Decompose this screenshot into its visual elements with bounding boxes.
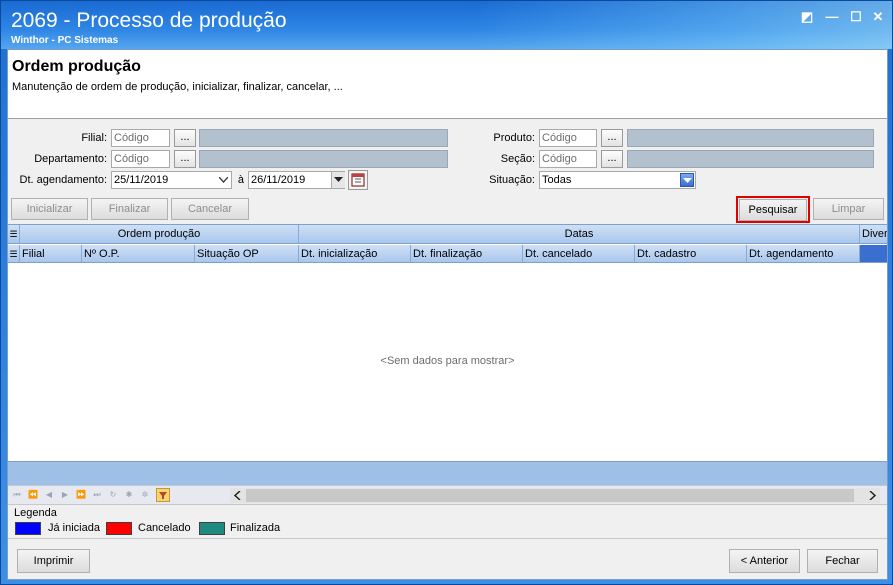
page-title: Ordem produção [12,58,141,75]
calendar-icon[interactable] [348,170,368,190]
legend-swatch-iniciada [15,522,41,535]
window-title: 2069 - Processo de produção [11,9,287,32]
situacao-select[interactable]: Todas [539,171,696,189]
triangle-down-icon [334,177,343,182]
departamento-label: Departamento: [34,153,107,165]
secao-lookup-button[interactable]: ... [601,150,623,168]
calendar-glyph [351,173,365,187]
filial-code-input[interactable]: Código [111,129,170,147]
group-diver[interactable]: Diver [860,225,887,243]
title-bar[interactable]: 2069 - Processo de produção Winthor - PC… [1,1,892,49]
next-page-icon[interactable]: ⏩ [76,489,86,501]
column-dt-finalizacao[interactable]: Dt. finalização [411,245,523,262]
insert-icon[interactable]: ✱ [124,489,134,501]
refresh-icon[interactable]: ↻ [108,489,118,501]
filial-label: Filial: [81,132,107,144]
restore-icon[interactable]: ◩ [798,9,816,25]
anterior-button[interactable]: < Anterior [729,549,800,573]
agendamento-from-input[interactable]: 25/11/2019 [111,171,232,189]
agendamento-dropdown-button[interactable] [331,172,345,188]
filial-lookup-button[interactable]: ... [174,129,196,147]
situacao-label: Situação: [489,174,535,186]
secao-label: Seção: [500,153,535,165]
edit-icon[interactable]: ✲ [140,489,150,501]
triangle-down-icon [683,178,692,183]
column-chooser-icon[interactable]: ☰ [8,245,20,262]
last-page-icon[interactable]: ⏭ [92,489,102,501]
grid-menu-icon[interactable]: ☰ [8,225,20,243]
orders-grid[interactable]: ☰ Ordem produção Datas Diver ☰ Filial Nº… [8,224,887,504]
group-ordem-producao[interactable]: Ordem produção [20,225,299,243]
scrollbar-thumb[interactable] [246,489,854,502]
client-area: Ordem produção Manutenção de ordem de pr… [7,49,888,580]
scroll-left-icon[interactable] [234,491,241,500]
departamento-code-input[interactable]: Código [111,150,170,168]
agendamento-separator: à [237,174,244,186]
filter-icon[interactable] [156,488,170,502]
legend-swatch-finalizada [199,522,225,535]
prev-record-icon[interactable]: ◀ [44,489,54,501]
horizontal-scrollbar[interactable] [230,488,880,503]
produto-label: Produto: [493,132,535,144]
column-dt-cadastro[interactable]: Dt. cadastro [635,245,747,262]
grid-empty-message: <Sem dados para mostrar> [380,355,515,367]
grid-group-header: ☰ Ordem produção Datas Diver [8,225,887,244]
inicializar-button[interactable]: Inicializar [11,198,88,220]
column-selected[interactable] [860,245,887,262]
next-record-icon[interactable]: ▶ [60,489,70,501]
column-dt-inicializacao[interactable]: Dt. inicialização [299,245,411,262]
legend-label-cancelado: Cancelado [138,522,191,534]
first-page-icon[interactable]: ⏮ [12,489,22,501]
column-situacao-op[interactable]: Situação OP [195,245,299,262]
column-dt-agendamento[interactable]: Dt. agendamento [747,245,860,262]
filter-glyph [159,492,167,499]
secao-description-field [627,150,874,168]
legend-title: Legenda [14,507,57,519]
produto-description-field [627,129,874,147]
secao-code-input[interactable]: Código [539,150,597,168]
app-window: 2069 - Processo de produção Winthor - PC… [0,0,893,585]
page-description: Manutenção de ordem de produção, inicial… [12,81,343,93]
produto-lookup-button[interactable]: ... [601,129,623,147]
fechar-button[interactable]: Fechar [807,549,878,573]
limpar-button[interactable]: Limpar [813,198,884,220]
situacao-value: Todas [542,174,572,186]
page-header: Ordem produção Manutenção de ordem de pr… [8,50,887,119]
situacao-dropdown-button[interactable] [680,173,694,187]
grid-footer-band [8,461,887,485]
close-icon[interactable]: ✕ [869,9,887,25]
agendamento-from-value: 25/11/2019 [114,174,169,186]
legend-label-iniciada: Já iniciada [48,522,100,534]
finalizar-button[interactable]: Finalizar [91,198,168,220]
maximize-icon[interactable]: ☐ [847,9,865,25]
legend: Legenda Já iniciada Cancelado Finalizada [8,504,887,538]
prev-page-icon[interactable]: ⏪ [28,489,38,501]
window-subtitle: Winthor - PC Sistemas [11,35,119,46]
imprimir-button[interactable]: Imprimir [17,549,90,573]
footer-bar: Imprimir < Anterior Fechar [8,538,887,579]
column-numero-op[interactable]: Nº O.P. [82,245,195,262]
agendamento-label: Dt. agendamento: [19,174,107,186]
scroll-right-icon[interactable] [869,491,876,500]
grid-navigator: ⏮ ⏪ ◀ ▶ ⏩ ⏭ ↻ ✱ ✲ [8,485,887,504]
departamento-description-field [199,150,448,168]
column-dt-cancelado[interactable]: Dt. cancelado [523,245,635,262]
departamento-lookup-button[interactable]: ... [174,150,196,168]
pesquisar-button[interactable]: Pesquisar [739,199,807,221]
agendamento-to-value: 26/11/2019 [251,174,306,186]
column-filial[interactable]: Filial [20,245,82,262]
legend-label-finalizada: Finalizada [230,522,281,534]
produto-code-input[interactable]: Código [539,129,597,147]
filial-description-field [199,129,448,147]
grid-column-header: ☰ Filial Nº O.P. Situação OP Dt. inicial… [8,245,887,263]
legend-swatch-cancelado [106,522,132,535]
minimize-icon[interactable]: — [823,9,841,25]
chevron-down-icon[interactable] [219,177,228,183]
cancelar-button[interactable]: Cancelar [171,198,249,220]
group-datas[interactable]: Datas [299,225,860,243]
